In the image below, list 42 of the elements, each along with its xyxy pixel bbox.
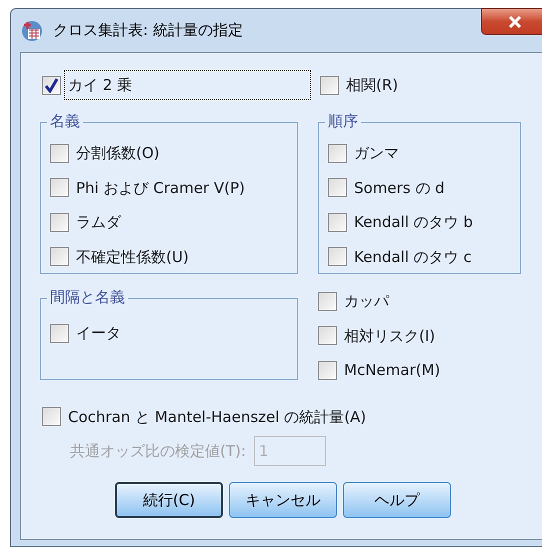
checkbox-label[interactable]: ガンマ (354, 142, 399, 164)
checkbox-label[interactable]: Cochran と Mantel-Haenszel の統計量(A) (68, 406, 366, 428)
checkbox-label[interactable]: 相対リスク(I) (344, 324, 436, 347)
checkbox[interactable] (318, 326, 337, 346)
checkbox[interactable] (50, 247, 69, 266)
crosstab-app-icon (21, 20, 43, 42)
checkbox[interactable] (320, 76, 339, 94)
close-button[interactable] (481, 8, 542, 35)
dialog-button[interactable]: ヘルプ (343, 482, 451, 518)
checkbox-label[interactable]: ラムダ (76, 211, 121, 234)
checkbox-label[interactable]: Kendall のタウ c (354, 246, 472, 268)
checkbox[interactable] (318, 292, 337, 311)
checkbox[interactable] (318, 360, 337, 380)
odds-ratio-label: 共通オッズ比の検定値(T): (70, 440, 246, 462)
checkbox[interactable] (50, 144, 69, 163)
checkbox-label[interactable]: 分割係数(O) (76, 142, 160, 164)
checkbox[interactable] (328, 178, 347, 198)
checkbox[interactable] (42, 76, 61, 94)
checkbox-label[interactable]: イータ (76, 322, 121, 344)
checkbox[interactable] (50, 178, 69, 198)
checkbox[interactable] (42, 407, 61, 426)
checkbox[interactable] (50, 324, 69, 343)
check-icon (44, 78, 59, 92)
group-title: 名義 (47, 111, 83, 131)
checkbox-label[interactable]: カッパ (344, 290, 389, 312)
checkbox-label[interactable]: カイ 2 乗 (64, 70, 311, 100)
checkbox-label[interactable]: 不確定性係数(U) (76, 246, 189, 268)
checkbox-label[interactable]: Phi および Cramer V(P) (76, 176, 245, 199)
checkbox-label[interactable]: Somers の d (354, 176, 445, 199)
checkbox[interactable] (328, 247, 347, 266)
checkbox-label[interactable]: Kendall のタウ b (354, 211, 473, 234)
checkbox[interactable] (328, 144, 347, 163)
window-title: クロス集計表: 統計量の指定 (53, 20, 243, 42)
dialog-button[interactable]: キャンセル (229, 482, 337, 518)
close-icon (508, 16, 522, 28)
checkbox-label[interactable]: McNemar(M) (344, 359, 440, 382)
checkbox[interactable] (328, 212, 347, 232)
group-title: 順序 (325, 111, 361, 131)
checkbox-label[interactable]: 相関(R) (346, 74, 398, 96)
dialog-button[interactable]: 続行(C) (115, 482, 223, 518)
group-title: 間隔と名義 (47, 287, 128, 307)
checkbox[interactable] (50, 212, 69, 232)
